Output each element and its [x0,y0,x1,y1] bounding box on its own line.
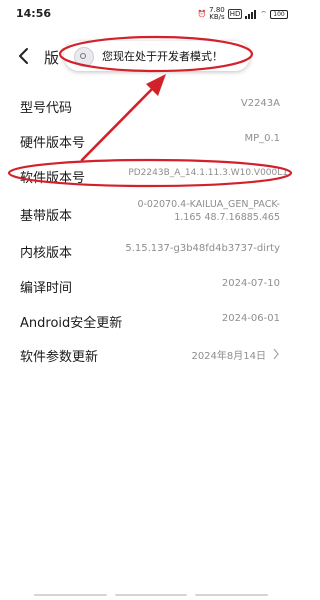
status-time: 14:56 [16,7,52,20]
row-value: MP_0.1 [244,133,280,144]
back-arrow-icon[interactable] [16,46,32,66]
signal-icon [245,9,257,19]
bottom-indicator-segment [195,594,269,596]
row-value: 5.15.137-g3b48fd4b3737-dirty [125,243,280,254]
battery-icon: 100 [270,9,288,19]
bottom-indicator-segment [114,594,188,596]
row-value: 2024年8月14日 [191,351,266,362]
row-android-security-update: Android安全更新 2024-06-01 [0,310,300,331]
row-value: 2024-07-10 [221,278,280,289]
hd-badge: HD [227,9,243,19]
row-value: 2024-06-01 [221,313,280,324]
row-hardware-version: 硬件版本号 MP_0.1 [0,130,300,151]
network-speed-unit: KB/s [209,13,225,21]
network-speed: 7.80 KB/s [209,7,225,21]
bottom-indicator-segment [34,594,107,596]
row-baseband-version: 基带版本 0-02070.4-KAILUA_GEN_PACK-1.165 48.… [0,199,300,224]
row-label: 基带版本 [20,209,73,224]
row-value: V2243A [240,98,280,109]
annotation-overlay [7,35,293,188]
chevron-right-icon [273,348,279,360]
toast-message: 您现在处于开发者模式！ [102,50,223,63]
status-bar: 14:56 ⏰ 7.80 KB/s HD ⌔ 100 [0,0,300,26]
alarm-icon: ⏰ [197,10,207,18]
row-value: PD2243B_A_14.1.11.3.W10.V000L1 [128,168,288,178]
developer-mode-toast: 您现在处于开发者模式！ [64,41,250,71]
row-value: 0-02070.4-KAILUA_GEN_PACK-1.165 48.7.168… [137,199,280,223]
row-label: Android安全更新 [20,316,123,331]
row-model-code: 型号代码 V2243A [0,95,300,116]
row-kernel-version: 内核版本 5.15.137-g3b48fd4b3737-dirty [0,240,300,261]
row-label: 软件版本号 [20,171,86,186]
row-software-params-update[interactable]: 软件参数更新 2024年8月14日 [0,344,300,365]
row-label: 软件参数更新 [20,350,99,365]
page-title: 版 [44,49,60,67]
row-label: 硬件版本号 [20,136,86,151]
row-build-time: 编译时间 2024-07-10 [0,275,300,296]
bottom-indicator [34,594,269,597]
wifi-icon: ⌔ [260,9,267,18]
row-label: 内核版本 [20,246,73,261]
settings-gear-icon [74,47,94,67]
row-label: 编译时间 [20,281,73,296]
annotation-arrow-head [146,74,166,96]
row-label: 型号代码 [20,101,73,116]
row-software-version[interactable]: 软件版本号 PD2243B_A_14.1.11.3.W10.V000L1 [0,165,300,186]
status-icons: ⏰ 7.80 KB/s HD ⌔ 100 [197,7,288,21]
